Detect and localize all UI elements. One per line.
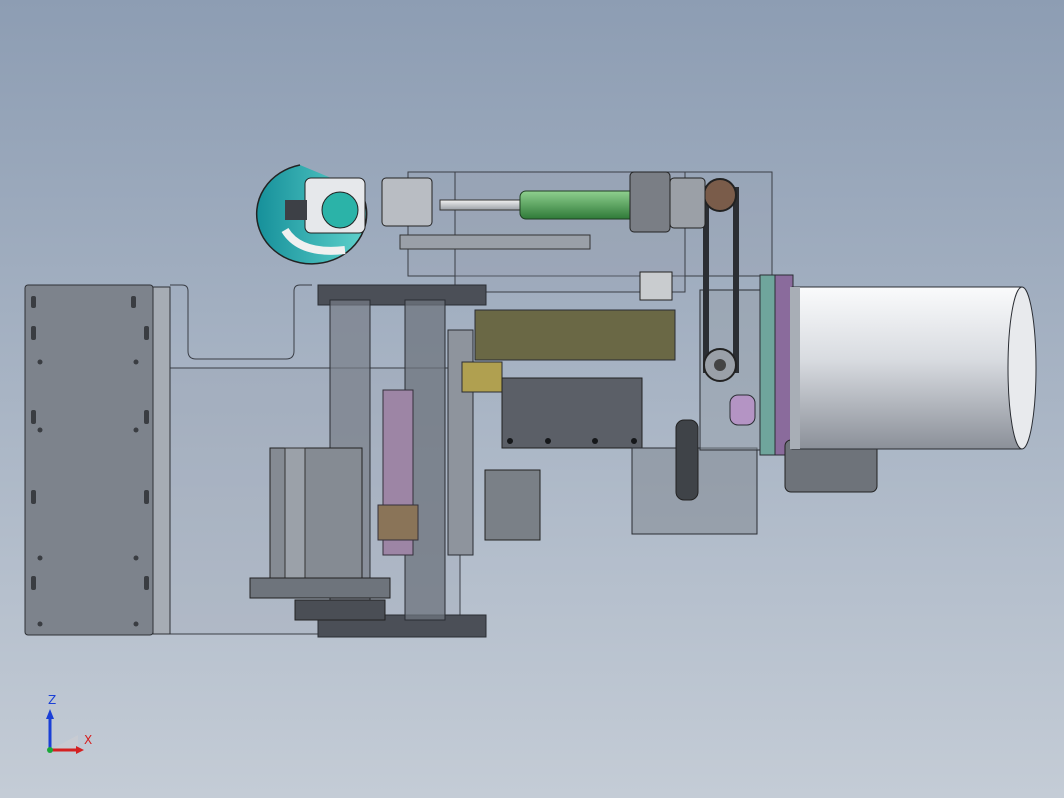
center-block <box>484 377 643 541</box>
cam-wheel <box>255 164 368 265</box>
triad-origin <box>47 747 53 753</box>
x-axis-label: X <box>84 733 93 747</box>
left-mounting-plate <box>24 284 171 636</box>
main-motor <box>784 286 1037 493</box>
coordinate-triad: Z X <box>38 693 108 765</box>
linear-slide <box>377 389 419 556</box>
cad-viewport[interactable]: Z X <box>0 0 1064 798</box>
x-axis-arrow <box>76 746 84 754</box>
cad-assembly-model[interactable] <box>0 0 1064 798</box>
z-axis-arrow <box>46 709 54 719</box>
z-axis-label: Z <box>48 693 57 707</box>
